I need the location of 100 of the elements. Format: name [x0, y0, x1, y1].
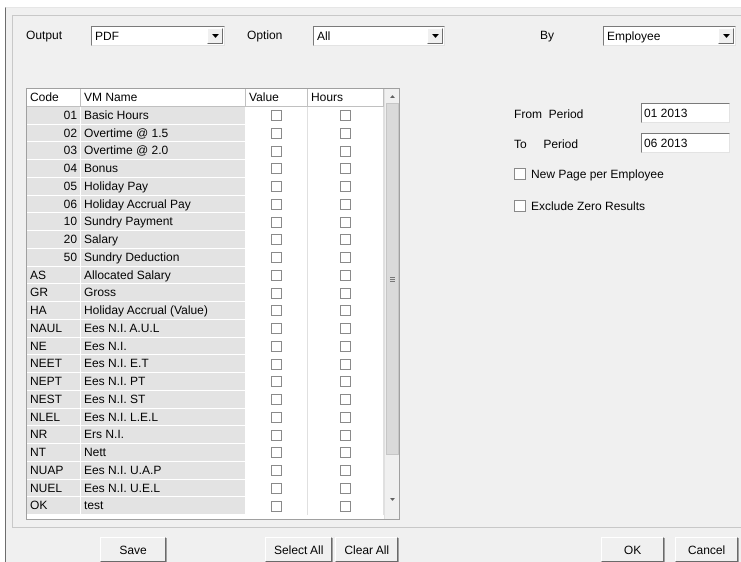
checkbox[interactable] [340, 430, 351, 441]
table-cell: Holiday Accrual Pay [81, 196, 246, 214]
checkbox[interactable] [271, 288, 282, 299]
table-cell: 05 [27, 178, 81, 196]
table-cell: Ees N.I. A.U.L [81, 320, 246, 338]
table-cell: HA [27, 302, 81, 320]
table-cell: Allocated Salary [81, 266, 246, 284]
checkbox[interactable] [271, 500, 282, 512]
scroll-up-arrow-icon[interactable] [390, 95, 394, 98]
table-cell: GR [27, 284, 81, 302]
dialog-button[interactable]: Clear All [335, 537, 398, 562]
scroll-down-arrow-icon[interactable] [390, 498, 394, 501]
checkbox[interactable] [340, 216, 351, 228]
table-cell: Overtime @ 2.0 [81, 142, 246, 160]
table-cell: NUAP [27, 462, 81, 480]
checkbox[interactable] [271, 146, 282, 157]
scrollbar-thumb[interactable] [386, 103, 398, 455]
table-cell: Ees N.I. [81, 338, 246, 356]
checkbox[interactable] [340, 500, 351, 512]
dropdown-arrow-icon [722, 34, 730, 38]
checkbox[interactable] [340, 252, 351, 264]
checkbox-label: Exclude Zero Results [531, 199, 646, 213]
checkbox[interactable] [340, 376, 351, 388]
dropdown[interactable]: All [313, 26, 445, 46]
checkbox[interactable] [340, 146, 351, 157]
checkbox[interactable] [271, 430, 282, 441]
checkbox-label: New Page per Employee [531, 167, 664, 181]
filter-label: By [540, 27, 556, 42]
checkbox[interactable] [340, 394, 351, 406]
checkbox[interactable] [340, 181, 351, 192]
dropdown-arrow-icon [212, 34, 218, 38]
dropdown[interactable]: PDF [91, 26, 225, 46]
dialog-button[interactable]: Select All [265, 537, 332, 562]
table-cell: Ees N.I. L.E.L [81, 408, 246, 426]
checkbox[interactable] [340, 128, 351, 139]
checkbox[interactable] [271, 376, 282, 388]
dialog-button[interactable]: Cancel [675, 537, 738, 562]
dialog-button[interactable]: OK [601, 537, 664, 562]
checkbox[interactable] [271, 305, 282, 316]
table-cell: NEPT [27, 373, 81, 391]
checkbox[interactable] [340, 465, 351, 476]
checkbox[interactable] [271, 465, 282, 476]
table-cell: Overtime @ 1.5 [81, 124, 246, 142]
checkbox[interactable] [271, 447, 282, 458]
table-cell: Ees N.I. U.E.L [81, 480, 246, 498]
table-cell: 50 [27, 248, 81, 266]
column-header[interactable]: VM Name [81, 89, 246, 107]
checkbox[interactable] [340, 110, 351, 122]
table-cell: Sundry Payment [81, 213, 246, 231]
checkbox[interactable] [340, 163, 351, 174]
table-cell: Ees N.I. U.A.P [81, 462, 246, 480]
checkbox[interactable] [271, 128, 282, 139]
checkbox[interactable] [271, 270, 282, 281]
checkbox[interactable] [271, 394, 282, 406]
checkbox[interactable] [271, 216, 282, 228]
checkbox[interactable] [271, 340, 282, 352]
table-cell: NLEL [27, 408, 81, 426]
checkbox[interactable] [340, 447, 351, 458]
table-cell: Ers N.I. [81, 426, 246, 444]
table-cell: Ees N.I. ST [81, 390, 246, 408]
checkbox[interactable] [271, 198, 282, 210]
checkbox[interactable] [340, 234, 351, 246]
checkbox[interactable] [340, 288, 351, 299]
checkbox[interactable] [271, 412, 282, 423]
checkbox[interactable] [340, 198, 351, 210]
checkbox[interactable] [340, 340, 351, 352]
column-header[interactable]: Code [27, 89, 81, 107]
dropdown-arrow-icon [432, 34, 438, 38]
table-cell: 06 [27, 196, 81, 214]
to-period-label: To Period [514, 136, 578, 151]
table-cell: 10 [27, 213, 81, 231]
from-period-label: From Period [514, 106, 584, 121]
filter-label: Option [247, 27, 284, 42]
checkbox[interactable] [271, 323, 282, 334]
checkbox[interactable] [514, 200, 526, 212]
checkbox[interactable] [340, 412, 351, 423]
checkbox[interactable] [514, 168, 526, 180]
to-period-field[interactable]: 06 2013 [641, 133, 730, 153]
column-header[interactable]: Value [246, 89, 308, 107]
checkbox[interactable] [271, 252, 282, 264]
checkbox[interactable] [340, 305, 351, 316]
checkbox[interactable] [271, 234, 282, 246]
checkbox[interactable] [340, 482, 351, 494]
checkbox[interactable] [340, 358, 351, 370]
checkbox[interactable] [271, 163, 282, 174]
table-cell: NEET [27, 355, 81, 373]
scrollbar[interactable] [384, 89, 399, 519]
dropdown[interactable]: Employee [603, 26, 736, 46]
checkbox[interactable] [271, 482, 282, 494]
checkbox[interactable] [271, 181, 282, 192]
checkbox[interactable] [340, 323, 351, 334]
table-cell: Nett [81, 444, 246, 462]
column-header[interactable]: Hours [308, 89, 384, 107]
from-period-field[interactable]: 01 2013 [641, 103, 730, 123]
checkbox[interactable] [340, 270, 351, 281]
dialog-button[interactable]: Save [100, 537, 166, 562]
table-cell: 01 [27, 106, 81, 124]
checkbox[interactable] [271, 110, 282, 122]
checkbox[interactable] [271, 358, 282, 370]
table-cell: Basic Hours [81, 106, 246, 124]
